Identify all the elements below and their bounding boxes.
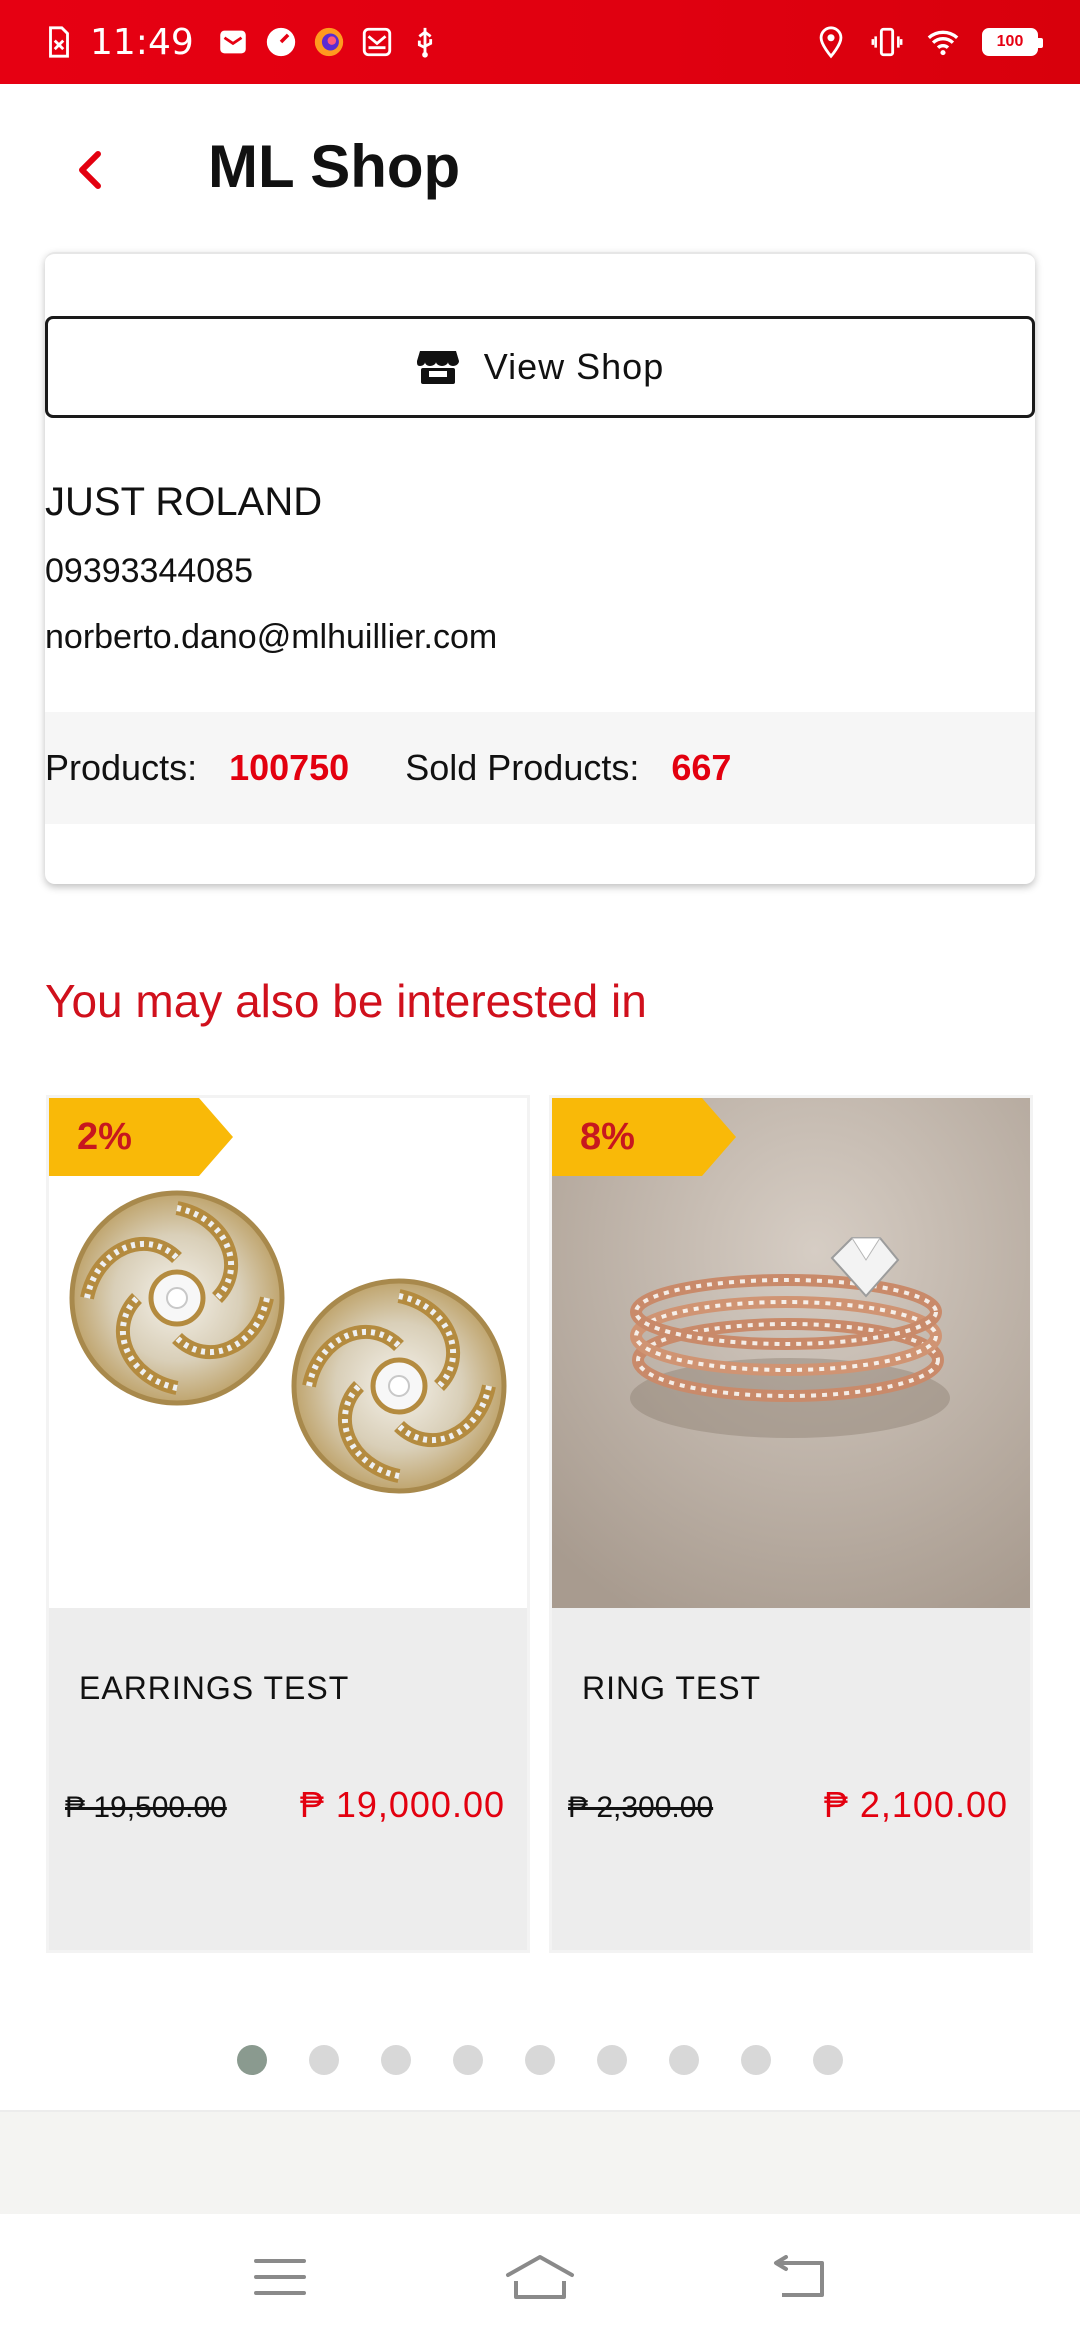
product-name: RING TEST xyxy=(582,1670,762,1706)
shop-owner-name: JUST ROLAND xyxy=(45,480,323,524)
shop-info-card: View Shop JUST ROLAND 09393344085 norber… xyxy=(45,252,1035,884)
shop-phone: 09393344085 xyxy=(45,552,254,590)
product-card[interactable]: 2% EARRINGS TEST ₱ 19,500.00 ₱ 19,000.00 xyxy=(46,1095,530,1953)
wifi-icon xyxy=(926,25,960,59)
status-time: 11:49 xyxy=(90,21,194,63)
original-price: ₱ 19,500.00 xyxy=(65,1791,227,1824)
view-shop-label: View Shop xyxy=(483,346,665,387)
battery-level: 100 xyxy=(996,33,1024,50)
status-bar: 11:49 100 xyxy=(0,0,1080,84)
section-title: You may also be interested in xyxy=(45,975,647,1027)
back-icon xyxy=(774,2255,824,2297)
location-icon xyxy=(814,25,848,59)
speedometer-icon xyxy=(264,25,298,59)
carousel-dot[interactable] xyxy=(453,2045,483,2075)
home-icon xyxy=(506,2255,574,2299)
sim-off-icon xyxy=(42,25,76,59)
menu-icon xyxy=(254,2259,306,2295)
shop-stats: Products: 100750 Sold Products: 667 xyxy=(45,712,1035,824)
sale-price: ₱ 19,000.00 xyxy=(299,1784,505,1825)
usb-icon xyxy=(408,25,442,59)
carousel-dot[interactable] xyxy=(597,2045,627,2075)
discount-badge: 2% xyxy=(49,1098,233,1176)
carousel-dot[interactable] xyxy=(381,2045,411,2075)
chevron-left-icon xyxy=(79,151,101,189)
menu-button[interactable] xyxy=(240,2247,320,2307)
carousel-dot[interactable] xyxy=(309,2045,339,2075)
back-nav-button[interactable] xyxy=(760,2247,840,2307)
back-button[interactable] xyxy=(60,140,120,200)
original-price: ₱ 2,300.00 xyxy=(568,1791,714,1824)
mail-icon xyxy=(216,25,250,59)
shop-email: norberto.dano@mlhuillier.com xyxy=(45,618,498,656)
products-count: 100750 xyxy=(229,747,350,788)
sale-price: ₱ 2,100.00 xyxy=(823,1784,1008,1825)
home-button[interactable] xyxy=(500,2247,580,2307)
bottom-spacer xyxy=(0,2110,1080,2214)
carousel-dot[interactable] xyxy=(813,2045,843,2075)
sold-products-count: 667 xyxy=(671,747,732,788)
sold-products-label: Sold Products: xyxy=(405,747,640,788)
battery-icon: 100 xyxy=(982,28,1043,56)
product-card[interactable]: 8% RING TEST ₱ 2,300.00 ₱ 2,100.00 xyxy=(549,1095,1033,1953)
gmail-icon xyxy=(360,25,394,59)
discount-badge: 8% xyxy=(552,1098,736,1176)
product-name: EARRINGS TEST xyxy=(79,1670,350,1706)
page-title: ML Shop xyxy=(208,133,461,200)
vibrate-icon xyxy=(870,25,904,59)
carousel-dot[interactable] xyxy=(741,2045,771,2075)
store-icon xyxy=(416,351,459,384)
products-label: Products: xyxy=(45,747,198,788)
view-shop-button[interactable]: View Shop xyxy=(45,316,1035,418)
carousel-pagination xyxy=(0,2045,1080,2075)
price-row: ₱ 2,300.00 ₱ 2,100.00 xyxy=(568,1784,1028,1826)
carousel-dot[interactable] xyxy=(525,2045,555,2075)
price-row: ₱ 19,500.00 ₱ 19,000.00 xyxy=(65,1784,525,1826)
carousel-dot[interactable] xyxy=(669,2045,699,2075)
app-header: ML Shop xyxy=(0,84,1080,254)
firefox-icon xyxy=(312,25,346,59)
system-nav-bar xyxy=(0,2214,1080,2340)
carousel-dot[interactable] xyxy=(237,2045,267,2075)
